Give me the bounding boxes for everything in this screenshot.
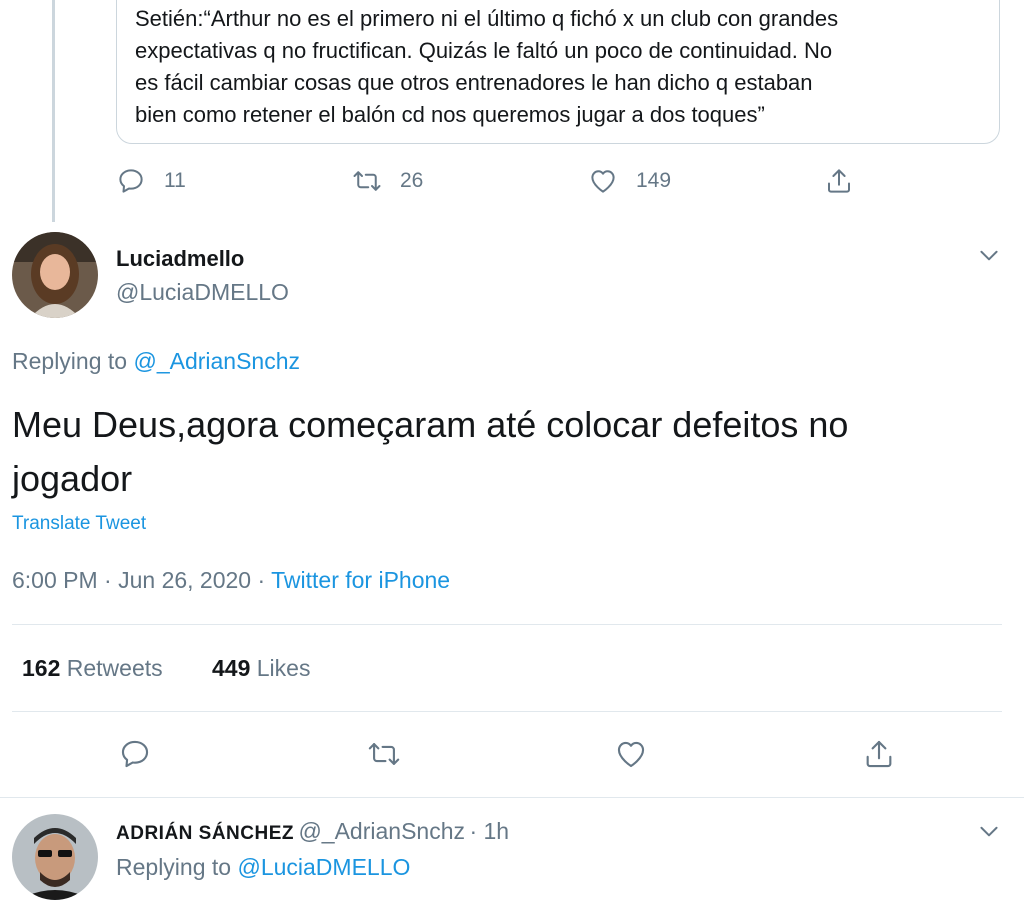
quoted-tweet-line: expectativas q no fructifican. Quizás le… (135, 38, 833, 63)
retweet-icon (368, 743, 400, 765)
retweet-count: 26 (400, 169, 424, 192)
tweet-text: Meu Deus,agora começaram até colocar def… (12, 398, 848, 506)
reply-more-options-button[interactable] (976, 818, 1002, 849)
likes-count: 449 (212, 655, 251, 681)
retweets-count: 162 (22, 655, 61, 681)
quoted-tweet-card[interactable]: Setién:“Arthur no es el primero ni el úl… (116, 0, 1000, 144)
timestamp-text[interactable]: 6:00 PM · Jun 26, 2020 · (12, 567, 271, 593)
reply-avatar[interactable] (12, 814, 98, 900)
tweet-timestamp: 6:00 PM · Jun 26, 2020 · Twitter for iPh… (12, 567, 450, 594)
thread-connector-line (52, 0, 55, 222)
replying-to-label: Replying to (116, 854, 232, 880)
translate-tweet-link[interactable]: Translate Tweet (12, 513, 146, 535)
user-handle[interactable]: @LuciaDMELLO (116, 279, 289, 306)
reply-header: ADRIÁN SÁNCHEZ @_AdrianSnchz · 1h (116, 818, 509, 845)
like-icon (591, 170, 615, 193)
share-icon (828, 169, 850, 193)
display-name[interactable]: Luciadmello (116, 246, 244, 272)
reply-time[interactable]: · 1h (469, 818, 509, 844)
chevron-down-icon (980, 250, 998, 261)
replying-to: Replying to @_AdrianSnchz (12, 348, 300, 375)
retweet-button[interactable] (367, 737, 401, 776)
divider (0, 797, 1024, 798)
reply-count: 11 (164, 169, 186, 192)
replying-to-link[interactable]: @_AdrianSnchz (133, 348, 300, 374)
like-action[interactable]: 149 (588, 166, 671, 196)
tweet-text-line: Meu Deus,agora começaram até colocar def… (12, 404, 849, 445)
reply-button[interactable] (118, 737, 152, 776)
like-button[interactable] (614, 737, 648, 776)
likes-label: Likes (256, 655, 311, 681)
share-button[interactable] (862, 737, 896, 776)
more-options-button[interactable] (976, 242, 1002, 273)
like-icon (617, 741, 645, 768)
tweet-text-line: jogador (12, 458, 133, 499)
quoted-tweet-line: Setién:“Arthur no es el primero ni el úl… (135, 6, 839, 31)
retweet-action[interactable]: 26 (352, 166, 423, 196)
divider (12, 624, 1002, 625)
avatar[interactable] (12, 232, 98, 318)
avatar-image (12, 232, 98, 318)
reply-avatar-image (12, 814, 98, 900)
replying-to-label: Replying to (12, 348, 128, 374)
quoted-tweet-line: bien como retener el balón cd nos querem… (135, 102, 765, 127)
replying-to-link[interactable]: @LuciaDMELLO (237, 854, 410, 880)
retweets-stat[interactable]: 162 Retweets (22, 655, 163, 682)
share-icon (866, 740, 892, 768)
reply-icon (119, 169, 143, 193)
chevron-down-icon (980, 826, 998, 837)
quoted-tweet-line: es fácil cambiar cosas que otros entrena… (135, 70, 813, 95)
retweets-label: Retweets (66, 655, 163, 681)
reply-action[interactable]: 11 (116, 166, 186, 196)
tweet-source-link[interactable]: Twitter for iPhone (271, 567, 450, 593)
retweet-icon (353, 171, 381, 191)
likes-stat[interactable]: 449 Likes (212, 655, 310, 682)
reply-icon (121, 740, 149, 768)
share-action[interactable] (824, 166, 872, 196)
reply-display-name[interactable]: ADRIÁN SÁNCHEZ (116, 823, 294, 844)
divider (12, 711, 1002, 712)
reply-replying-to: Replying to @LuciaDMELLO (116, 854, 410, 881)
reply-handle[interactable]: @_AdrianSnchz (298, 818, 465, 844)
like-count: 149 (636, 169, 672, 192)
